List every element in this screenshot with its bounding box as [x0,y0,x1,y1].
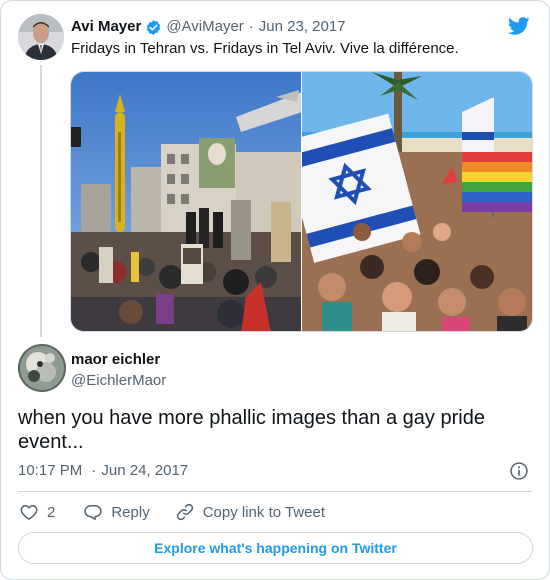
copy-link-label: Copy link to Tweet [202,503,325,521]
avatar-avi-mayer[interactable] [18,14,64,60]
tweet-timestamp[interactable]: 10:17 PM · Jun 24, 2017 [18,462,188,479]
tweet-actions: 2 Reply Copy link to Tweet [19,501,325,523]
reply-label: Reply [111,503,150,521]
reply-author-name[interactable]: maor eichler [71,350,166,369]
verified-badge-icon [147,19,161,35]
info-icon[interactable] [509,461,529,481]
reply-button[interactable]: Reply [83,502,150,522]
link-icon [176,503,193,521]
separator-dot: · [91,462,97,479]
separator-dot: · [248,18,254,35]
tweet-media[interactable] [70,71,533,332]
divider [18,491,532,492]
tweet-embed-card: Avi Mayer @AviMayer · Jun 23, 2017 Frida… [0,0,550,580]
avatar-maor-eichler[interactable] [18,344,66,392]
author-handle[interactable]: @AviMayer [166,18,243,36]
image-tehran[interactable] [71,72,301,331]
explore-twitter-button[interactable]: Explore what's happening on Twitter [18,532,533,564]
tweet-date: Jun 24, 2017 [101,462,189,479]
original-tweet-text: Fridays in Tehran vs. Fridays in Tel Avi… [71,40,459,57]
like-button[interactable]: 2 [19,502,55,522]
thread-connector-line [40,65,42,337]
heart-icon [20,505,38,520]
reply-bubble-icon [84,505,103,520]
tweet-date[interactable]: Jun 23, 2017 [259,18,346,36]
image-tel-aviv[interactable] [302,72,532,331]
copy-link-button[interactable]: Copy link to Tweet [175,502,325,522]
author-name[interactable]: Avi Mayer [71,18,141,36]
reply-tweet-text: when you have more phallic images than a… [18,407,485,453]
original-tweet-header: Avi Mayer @AviMayer · Jun 23, 2017 [71,18,346,36]
twitter-bird-icon[interactable] [507,15,531,37]
reply-tweet-header: maor eichler @EichlerMaor [71,350,166,390]
like-count: 2 [47,503,56,521]
reply-author-handle[interactable]: @EichlerMaor [71,371,166,390]
tweet-time: 10:17 PM [18,462,83,479]
